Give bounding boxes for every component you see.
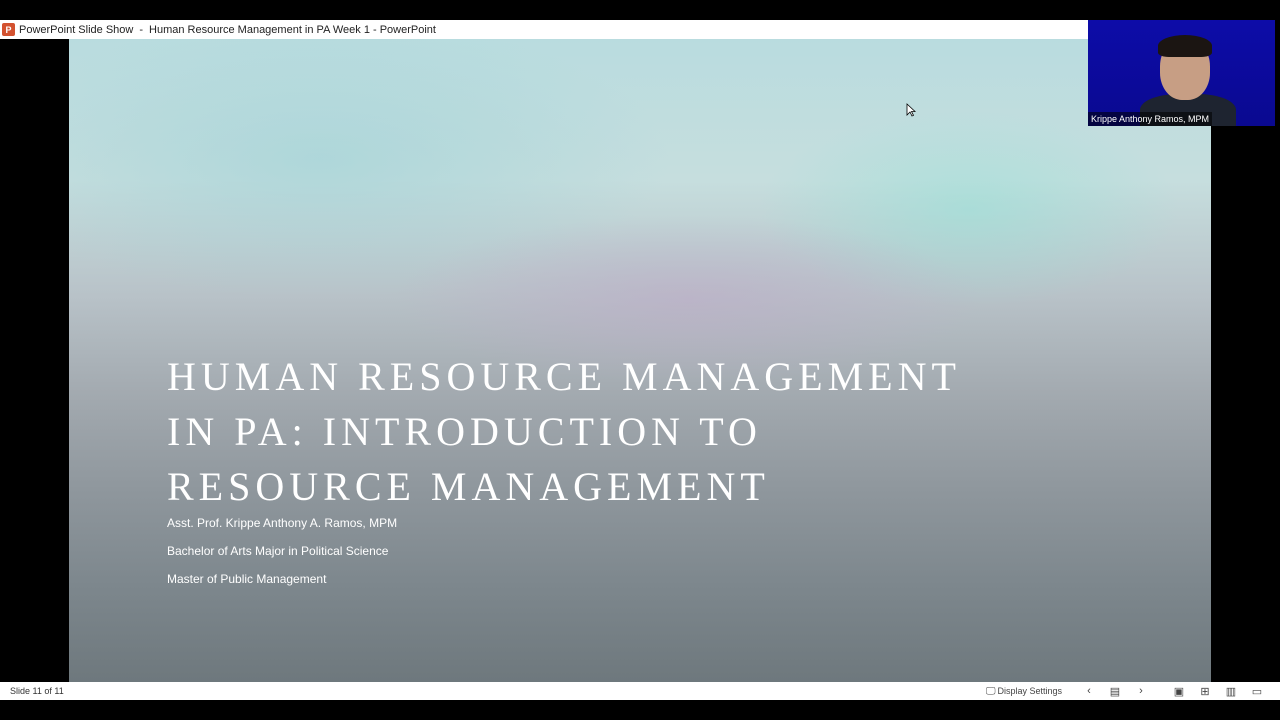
normal-view-icon: ▣ bbox=[1173, 685, 1185, 698]
slide-sorter-button[interactable]: ⊞ bbox=[1192, 682, 1218, 700]
title-bar: P PowerPoint Slide Show - Human Resource… bbox=[0, 20, 1088, 39]
next-slide-button[interactable]: › bbox=[1128, 682, 1154, 700]
slide-canvas[interactable]: HUMAN RESOURCE MANAGEMENT IN PA: INTRODU… bbox=[69, 39, 1211, 682]
participant-name-label: Krippe Anthony Ramos, MPM bbox=[1088, 112, 1213, 126]
subtitle-author: Asst. Prof. Krippe Anthony A. Ramos, MPM bbox=[167, 516, 398, 530]
app-name: PowerPoint Slide Show bbox=[19, 23, 134, 36]
slideshow-button[interactable]: ▭ bbox=[1244, 682, 1270, 700]
notes-button[interactable]: ▤ bbox=[1102, 682, 1128, 700]
slide-counter: Slide 11 of 11 bbox=[10, 686, 64, 696]
screen: P PowerPoint Slide Show - Human Resource… bbox=[0, 0, 1280, 720]
title-separator: - bbox=[139, 23, 144, 36]
reading-view-button[interactable]: ▥ bbox=[1218, 682, 1244, 700]
webcam-video-tile[interactable]: Krippe Anthony Ramos, MPM bbox=[1088, 20, 1275, 126]
display-settings-label: Display Settings bbox=[997, 686, 1062, 696]
previous-slide-button[interactable]: ‹ bbox=[1076, 682, 1102, 700]
display-settings-button[interactable]: 🖵 Display Settings bbox=[986, 682, 1062, 700]
status-bar: Slide 11 of 11 🖵 Display Settings ‹ ▤ › … bbox=[0, 682, 1280, 700]
previous-icon: ‹ bbox=[1087, 685, 1091, 697]
reading-view-icon: ▥ bbox=[1225, 685, 1237, 698]
status-bar-controls: 🖵 Display Settings ‹ ▤ › ▣ ⊞ ▥ ▭ bbox=[986, 682, 1270, 700]
notes-icon: ▤ bbox=[1109, 685, 1121, 698]
subtitle-degree-ba: Bachelor of Arts Major in Political Scie… bbox=[167, 544, 389, 558]
display-settings-icon: 🖵 bbox=[985, 685, 996, 697]
powerpoint-icon: P bbox=[2, 23, 15, 36]
participant-hair bbox=[1158, 35, 1212, 57]
document-title: Human Resource Management in PA Week 1 -… bbox=[149, 23, 436, 36]
slideshow-icon: ▭ bbox=[1251, 685, 1263, 698]
subtitle-degree-mpm: Master of Public Management bbox=[167, 572, 327, 586]
slide-title: HUMAN RESOURCE MANAGEMENT IN PA: INTRODU… bbox=[167, 354, 961, 509]
mouse-cursor-icon bbox=[906, 103, 916, 117]
next-icon: › bbox=[1139, 685, 1143, 697]
normal-view-button[interactable]: ▣ bbox=[1166, 682, 1192, 700]
slide-sorter-icon: ⊞ bbox=[1200, 685, 1210, 698]
